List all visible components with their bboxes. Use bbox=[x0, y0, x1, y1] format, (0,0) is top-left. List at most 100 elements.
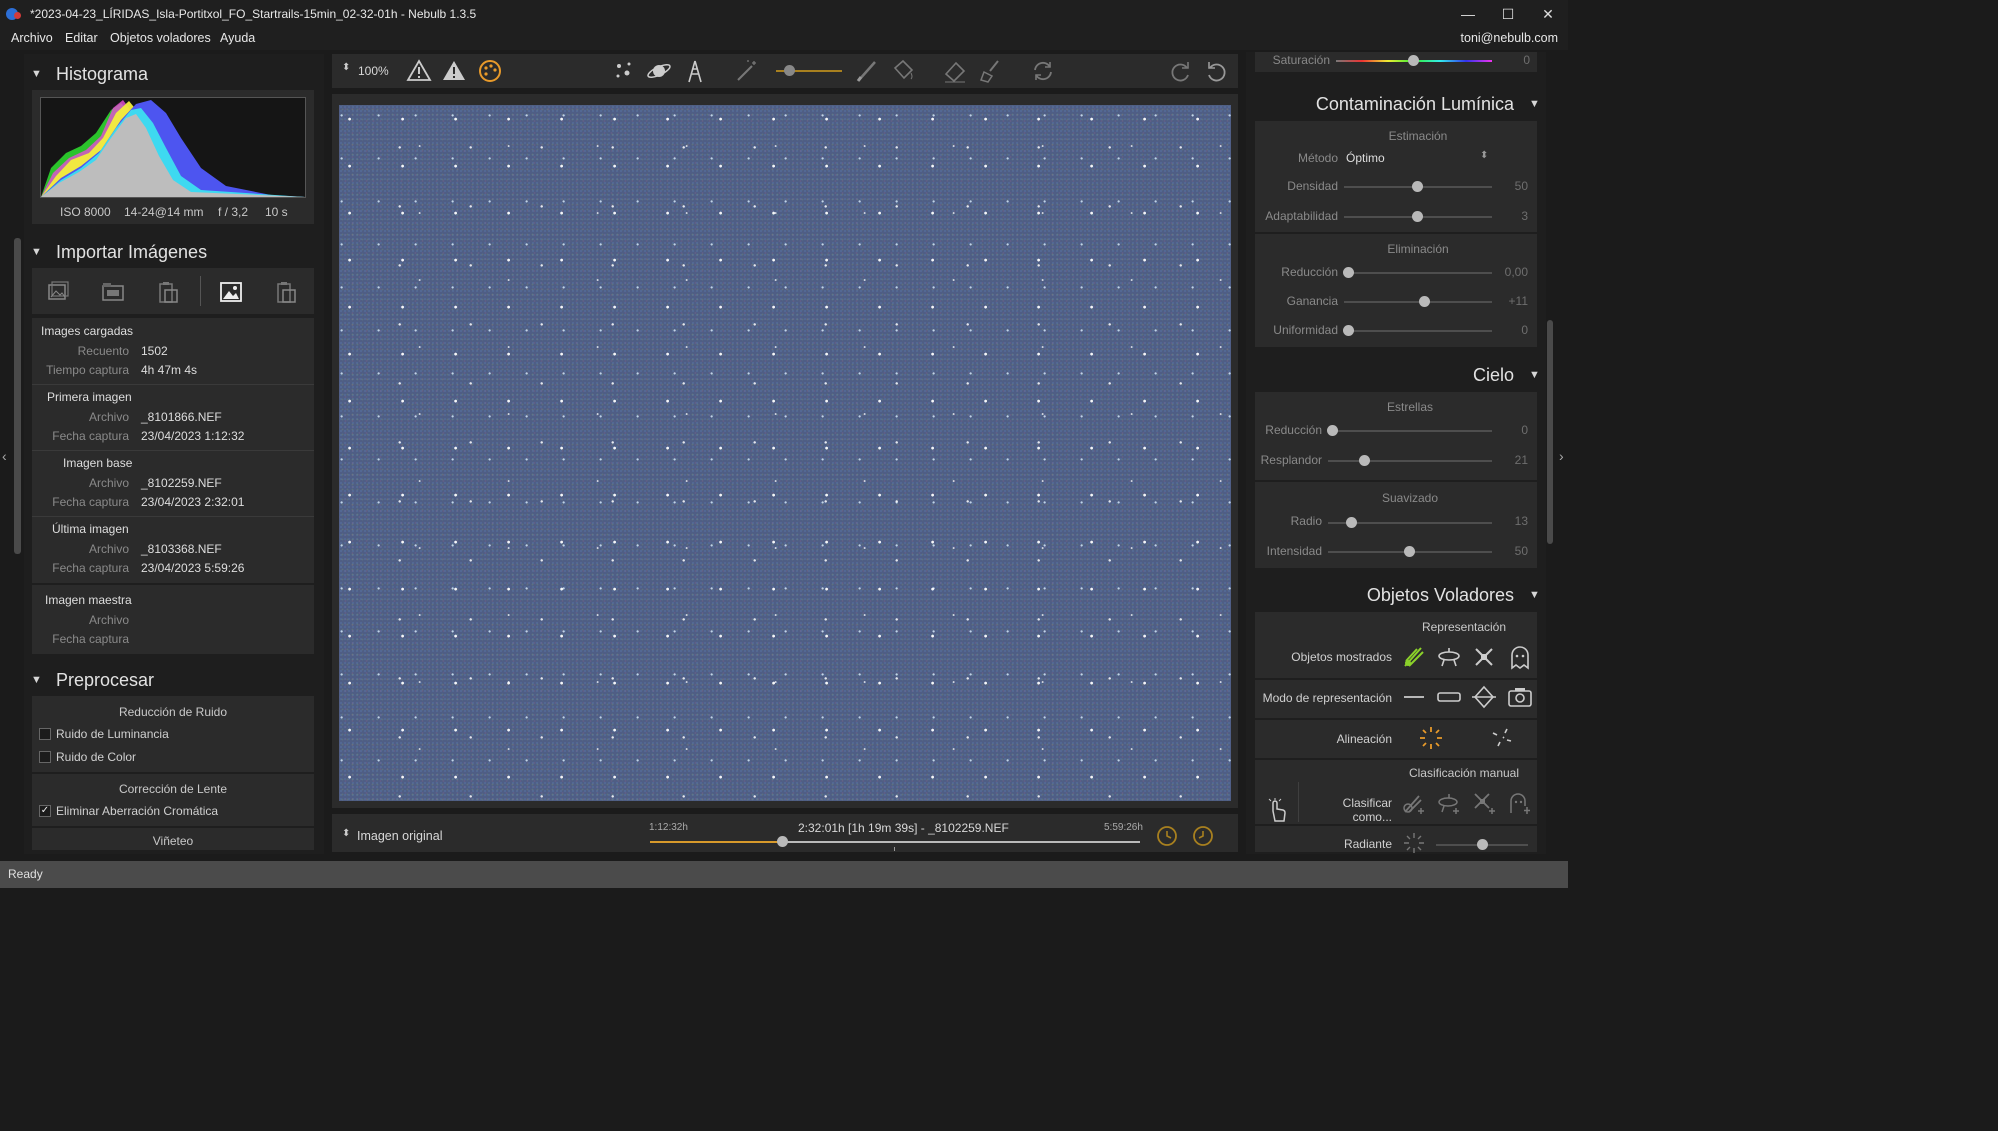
master-image-icon[interactable] bbox=[219, 280, 243, 304]
clean-brush-icon[interactable] bbox=[978, 58, 1004, 84]
import-folder-icon[interactable] bbox=[101, 280, 125, 304]
ruido-luminancia-label: Ruido de Luminancia bbox=[56, 727, 169, 741]
undo-icon[interactable] bbox=[1204, 58, 1230, 84]
uniformidad-knob[interactable] bbox=[1343, 325, 1354, 336]
ganancia-label: Ganancia bbox=[1286, 294, 1338, 308]
zoom-value[interactable]: 100% bbox=[358, 64, 389, 78]
clock-end-icon[interactable] bbox=[1190, 823, 1216, 849]
right-scrollbar[interactable] bbox=[1547, 320, 1553, 544]
preprocesar-collapse-icon[interactable]: ▼ bbox=[31, 674, 42, 686]
densidad-knob[interactable] bbox=[1412, 181, 1423, 192]
view-mode-stepper-icon[interactable]: ⬍ bbox=[342, 828, 350, 839]
ruido-color-checkbox[interactable] bbox=[39, 751, 51, 763]
user-account[interactable]: toni@nebulb.com bbox=[1461, 31, 1558, 45]
planet-icon[interactable] bbox=[646, 58, 672, 84]
classify-ghost-icon[interactable] bbox=[1507, 790, 1533, 816]
base-archivo-label: Archivo bbox=[88, 476, 129, 490]
contaminacion-collapse-icon[interactable]: ▼ bbox=[1529, 98, 1540, 110]
histograma-collapse-icon[interactable]: ▼ bbox=[31, 68, 42, 80]
collapse-right-icon[interactable]: › bbox=[1559, 448, 1564, 464]
magic-wand-icon[interactable] bbox=[734, 58, 760, 84]
menu-objetos-voladores[interactable]: Objetos voladores bbox=[110, 31, 211, 45]
maximize-button[interactable]: ☐ bbox=[1498, 4, 1518, 24]
metodo-label: Método bbox=[1297, 151, 1338, 165]
clock-start-icon[interactable] bbox=[1154, 823, 1180, 849]
resplandor-value: 21 bbox=[1514, 453, 1528, 467]
warning-filled-icon[interactable] bbox=[441, 58, 467, 84]
minimize-button[interactable]: — bbox=[1458, 4, 1478, 24]
brush-icon[interactable] bbox=[855, 58, 881, 84]
classify-satellite-icon[interactable] bbox=[1471, 790, 1497, 816]
align-scatter-icon[interactable] bbox=[1489, 725, 1515, 751]
resplandor-knob[interactable] bbox=[1359, 455, 1370, 466]
ruido-luminancia-checkbox[interactable] bbox=[39, 728, 51, 740]
eraser-icon[interactable] bbox=[942, 58, 968, 84]
fill-bucket-icon[interactable] bbox=[890, 58, 916, 84]
adaptabilidad-knob[interactable] bbox=[1412, 211, 1423, 222]
histogram-graph bbox=[41, 100, 305, 197]
stars-icon[interactable] bbox=[611, 58, 637, 84]
menu-archivo[interactable]: Archivo bbox=[11, 31, 53, 45]
remove-master-icon[interactable] bbox=[274, 280, 298, 304]
base-fecha-label: Fecha captura bbox=[52, 495, 129, 509]
cielo-reduccion-track[interactable] bbox=[1328, 430, 1492, 432]
collapse-left-icon[interactable]: ‹ bbox=[2, 448, 7, 464]
tiempo-value: 4h 47m 4s bbox=[141, 363, 198, 377]
refresh-icon[interactable] bbox=[1030, 58, 1056, 84]
diamond-mode-icon[interactable] bbox=[1471, 684, 1497, 710]
intensidad-value: 50 bbox=[1514, 544, 1528, 558]
left-scrollbar[interactable] bbox=[14, 238, 21, 554]
reduccion-knob[interactable] bbox=[1343, 267, 1354, 278]
base-title: Imagen base bbox=[63, 456, 133, 470]
box-mode-icon[interactable] bbox=[1436, 684, 1462, 710]
ganancia-knob[interactable] bbox=[1419, 296, 1430, 307]
zoom-stepper-icon[interactable]: ⬍ bbox=[342, 62, 350, 73]
classify-plane-icon[interactable] bbox=[1436, 790, 1462, 816]
close-button[interactable]: ✕ bbox=[1538, 4, 1558, 24]
cielo-collapse-icon[interactable]: ▼ bbox=[1529, 369, 1540, 381]
redo-icon[interactable] bbox=[1167, 58, 1193, 84]
radio-label: Radio bbox=[1290, 514, 1322, 528]
brush-size-knob[interactable] bbox=[784, 65, 795, 76]
align-radiant-icon[interactable] bbox=[1418, 725, 1444, 751]
tiempo-label: Tiempo captura bbox=[46, 363, 129, 377]
line-mode-icon[interactable] bbox=[1401, 684, 1427, 710]
cielo-reduccion-knob[interactable] bbox=[1327, 425, 1338, 436]
remove-images-icon[interactable] bbox=[156, 280, 180, 304]
night-sky-image[interactable] bbox=[339, 105, 1231, 801]
metodo-stepper-icon[interactable]: ⬍ bbox=[1480, 150, 1488, 161]
classify-meteor-icon[interactable] bbox=[1401, 790, 1427, 816]
estimacion-title: Estimación bbox=[1388, 129, 1448, 143]
metodo-select[interactable]: Óptimo bbox=[1346, 151, 1385, 165]
menu-ayuda[interactable]: Ayuda bbox=[220, 31, 255, 45]
reduccion-track[interactable] bbox=[1344, 272, 1492, 274]
tower-icon[interactable] bbox=[682, 58, 708, 84]
radiante-knob[interactable] bbox=[1477, 839, 1488, 850]
warning-outline-icon[interactable] bbox=[406, 58, 432, 84]
intensidad-knob[interactable] bbox=[1404, 546, 1415, 557]
menu-editar[interactable]: Editar bbox=[65, 31, 98, 45]
hand-pointer-icon[interactable] bbox=[1265, 797, 1291, 823]
reduccion-label: Reducción bbox=[1281, 265, 1338, 279]
saturacion-knob[interactable] bbox=[1408, 55, 1419, 66]
radiant-icon[interactable] bbox=[1401, 830, 1427, 856]
importar-collapse-icon[interactable]: ▼ bbox=[31, 246, 42, 258]
satellite-icon[interactable] bbox=[1471, 644, 1497, 670]
resplandor-track[interactable] bbox=[1328, 460, 1492, 462]
objetos-collapse-icon[interactable]: ▼ bbox=[1529, 589, 1540, 601]
ganancia-track[interactable] bbox=[1344, 301, 1492, 303]
timeline-fill bbox=[650, 841, 783, 843]
uniformidad-track[interactable] bbox=[1344, 330, 1492, 332]
camera-mode-icon[interactable] bbox=[1507, 684, 1533, 710]
ultima-title: Última imagen bbox=[52, 522, 129, 536]
view-mode-select[interactable]: Imagen original bbox=[357, 829, 442, 843]
radio-knob[interactable] bbox=[1346, 517, 1357, 528]
ultima-archivo-label: Archivo bbox=[88, 542, 129, 556]
meteor-icon[interactable] bbox=[1401, 644, 1427, 670]
aberracion-checkbox[interactable]: ✓ bbox=[39, 805, 51, 817]
ghost-icon[interactable] bbox=[1507, 644, 1533, 670]
import-images-icon[interactable] bbox=[46, 280, 70, 304]
plane-icon[interactable] bbox=[1436, 644, 1462, 670]
adaptabilidad-value: 3 bbox=[1521, 209, 1528, 223]
palette-icon[interactable] bbox=[477, 58, 503, 84]
